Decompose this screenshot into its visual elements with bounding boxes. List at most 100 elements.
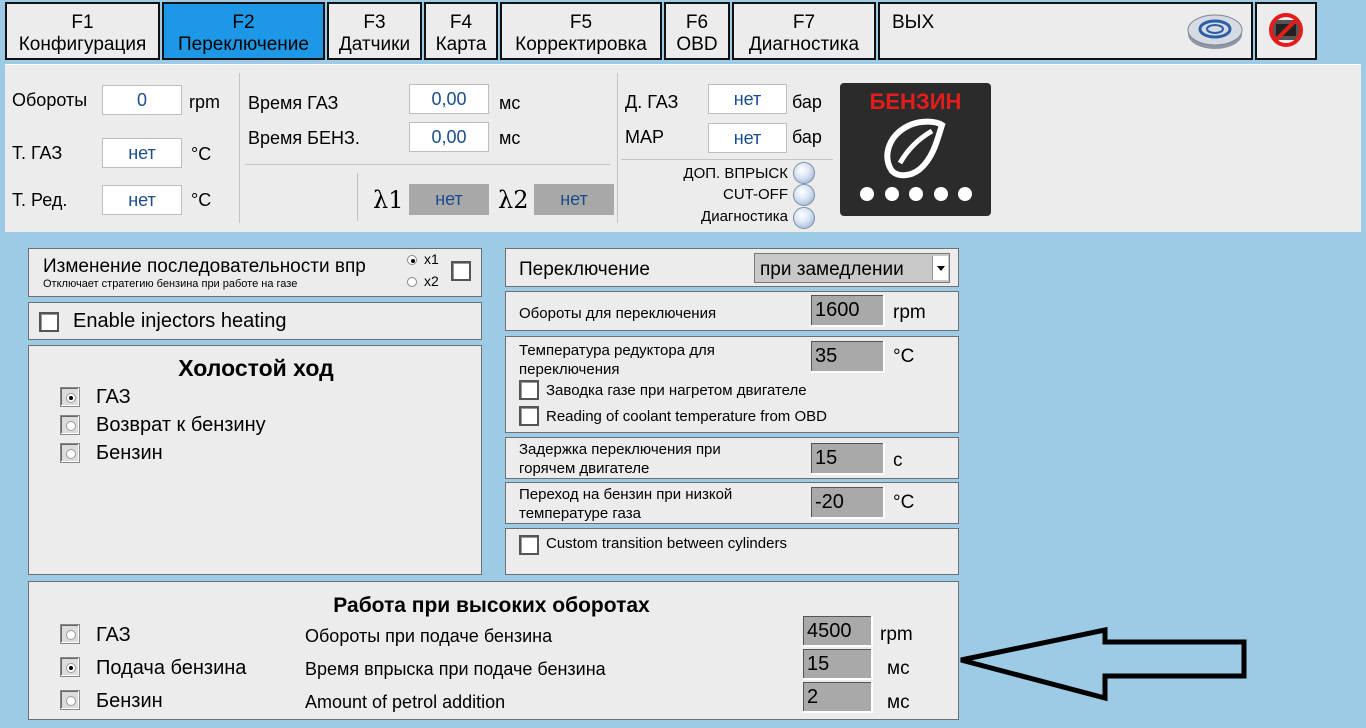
idle-panel: Холостой ход ГАЗ Возврат к бензину Бензи…	[28, 345, 482, 575]
injectors-heating-label: Enable injectors heating	[73, 310, 287, 332]
reducer-temp-unit: °C	[893, 346, 915, 367]
divider	[357, 173, 358, 221]
warm-start-label: Заводка газе при нагретом двигателе	[546, 382, 807, 399]
switch-rpm-unit: rpm	[893, 302, 926, 323]
tab-key: F6	[685, 12, 709, 33]
switch-rpm-panel: Обороты для переключения 1600 rpm	[505, 291, 959, 331]
injectors-heating-panel: Enable injectors heating	[28, 302, 482, 340]
high-rpm-panel: Работа при высоких оборотах ГАЗ Подача б…	[28, 581, 959, 720]
hot-delay-panel: Задержка переключения при горячем двигат…	[505, 437, 959, 479]
sequence-checkbox[interactable]	[451, 261, 471, 281]
disconnect-icon	[1269, 13, 1303, 47]
petrol-injection-time-unit: мс	[887, 658, 910, 679]
high-rpm-gas-radio[interactable]	[60, 624, 80, 644]
rpm-value: 0	[102, 85, 182, 115]
dgas-value: нет	[708, 84, 787, 114]
tab-diagnostics[interactable]: F7 Диагностика	[732, 2, 876, 60]
tab-map[interactable]: F4 Карта	[424, 2, 498, 60]
divider	[621, 159, 833, 160]
hot-delay-unit: с	[893, 450, 903, 471]
coolant-obd-checkbox[interactable]	[519, 406, 539, 426]
diagnostics-indicator	[793, 207, 815, 229]
dop-injection-label: ДОП. ВПРЫСК	[683, 165, 788, 182]
idle-option-gas-label: ГАЗ	[96, 386, 131, 408]
tab-label: Корректировка	[515, 34, 647, 55]
connection-icon[interactable]	[1186, 10, 1244, 52]
idle-option-petrol-label: Бензин	[96, 442, 163, 464]
petrol-supply-rpm-input[interactable]: 4500	[803, 616, 873, 647]
tab-key: F1	[71, 12, 94, 33]
injectors-heating-checkbox[interactable]	[39, 312, 59, 332]
level-dot	[958, 187, 972, 201]
tab-correction[interactable]: F5 Корректировка	[500, 2, 662, 60]
tab-key: F7	[792, 12, 816, 33]
lambda2-value: нет	[534, 184, 614, 215]
idle-option-return-radio[interactable]	[60, 415, 80, 435]
lambda2-label: λ2	[498, 186, 529, 214]
time-gas-unit: мс	[499, 93, 521, 113]
tab-label: Карта	[435, 34, 487, 55]
petrol-injection-time-label: Время впрыска при подаче бензина	[305, 659, 606, 679]
x1-radio[interactable]	[407, 255, 417, 265]
reducer-temp-input[interactable]: 35	[811, 341, 885, 373]
warm-start-checkbox[interactable]	[519, 380, 539, 400]
tred-label: Т. Ред.	[12, 190, 68, 210]
tgas-unit: °C	[191, 144, 212, 164]
sequence-title: Изменение последовательности впр	[43, 256, 366, 277]
high-rpm-gas-label: ГАЗ	[96, 624, 131, 646]
diagnostics-label: Диагностика	[701, 208, 788, 225]
time-gas-value: 0,00	[409, 84, 489, 114]
tab-label: Датчики	[338, 34, 411, 55]
map-value: нет	[708, 123, 787, 153]
level-dot	[860, 187, 874, 201]
custom-transition-checkbox[interactable]	[519, 535, 539, 555]
high-rpm-petrol-radio[interactable]	[60, 690, 80, 710]
fuel-drop-icon	[884, 118, 946, 179]
lambda1-value: нет	[409, 184, 489, 215]
idle-title: Холостой ход	[178, 355, 334, 381]
dgas-label: Д. ГАЗ	[625, 92, 679, 112]
disconnect-button[interactable]	[1255, 2, 1317, 60]
tab-label: Диагностика	[748, 34, 860, 55]
switch-rpm-input[interactable]: 1600	[811, 295, 885, 327]
hot-delay-input[interactable]: 15	[811, 443, 885, 475]
time-gas-label: Время ГАЗ	[248, 93, 339, 113]
switch-mode-select[interactable]: при замедлении	[754, 253, 950, 283]
cutoff-indicator	[793, 184, 815, 206]
status-panel: Обороты 0 rpm Т. ГАЗ нет °C Т. Ред. нет …	[5, 64, 1361, 232]
dgas-unit: бар	[792, 92, 822, 112]
petrol-injection-time-input[interactable]: 15	[803, 649, 873, 680]
map-label: MAP	[625, 127, 665, 147]
tab-bar: F1 Конфигурация F2 Переключение F3 Датчи…	[0, 0, 1366, 64]
tgas-label: Т. ГАЗ	[12, 143, 63, 163]
high-rpm-petrol-supply-label: Подача бензина	[96, 657, 247, 679]
tab-obd[interactable]: F6 OBD	[664, 2, 730, 60]
idle-option-gas-radio[interactable]	[60, 387, 80, 407]
time-benz-unit: мс	[499, 128, 521, 148]
tred-value: нет	[102, 185, 182, 215]
custom-transition-panel: Custom transition between cylinders	[505, 528, 959, 575]
switch-mode-panel: Переключение при замедлении	[505, 248, 959, 287]
fuel-level-dots	[860, 187, 972, 201]
fuel-status-badge: БЕНЗИН	[840, 83, 991, 216]
hot-delay-label: Задержка переключения при горячем двигат…	[519, 441, 721, 477]
tab-configuration[interactable]: F1 Конфигурация	[5, 2, 160, 60]
sequence-subtitle: Отключает стратегию бензина при работе н…	[43, 278, 298, 290]
tab-sensors[interactable]: F3 Датчики	[327, 2, 422, 60]
tab-key: F5	[569, 12, 593, 33]
rpm-unit: rpm	[189, 92, 220, 112]
low-gas-temp-input[interactable]: -20	[811, 487, 885, 519]
petrol-addition-label: Amount of petrol addition	[305, 692, 506, 712]
rpm-label: Обороты	[12, 90, 88, 110]
tab-key: F4	[449, 12, 473, 33]
tab-label: Конфигурация	[18, 34, 147, 55]
coolant-obd-label: Reading of coolant temperature from OBD	[546, 408, 827, 425]
petrol-addition-input[interactable]: 2	[803, 682, 873, 713]
idle-option-petrol-radio[interactable]	[60, 443, 80, 463]
tab-label: Переключение	[178, 34, 309, 55]
x1-label: x1	[424, 251, 439, 267]
tab-switching[interactable]: F2 Переключение	[162, 2, 325, 60]
low-gas-temp-label: Переход на бензин при низкой температуре…	[519, 486, 733, 522]
high-rpm-petrol-supply-radio[interactable]	[60, 657, 80, 677]
x2-radio[interactable]	[407, 277, 417, 287]
